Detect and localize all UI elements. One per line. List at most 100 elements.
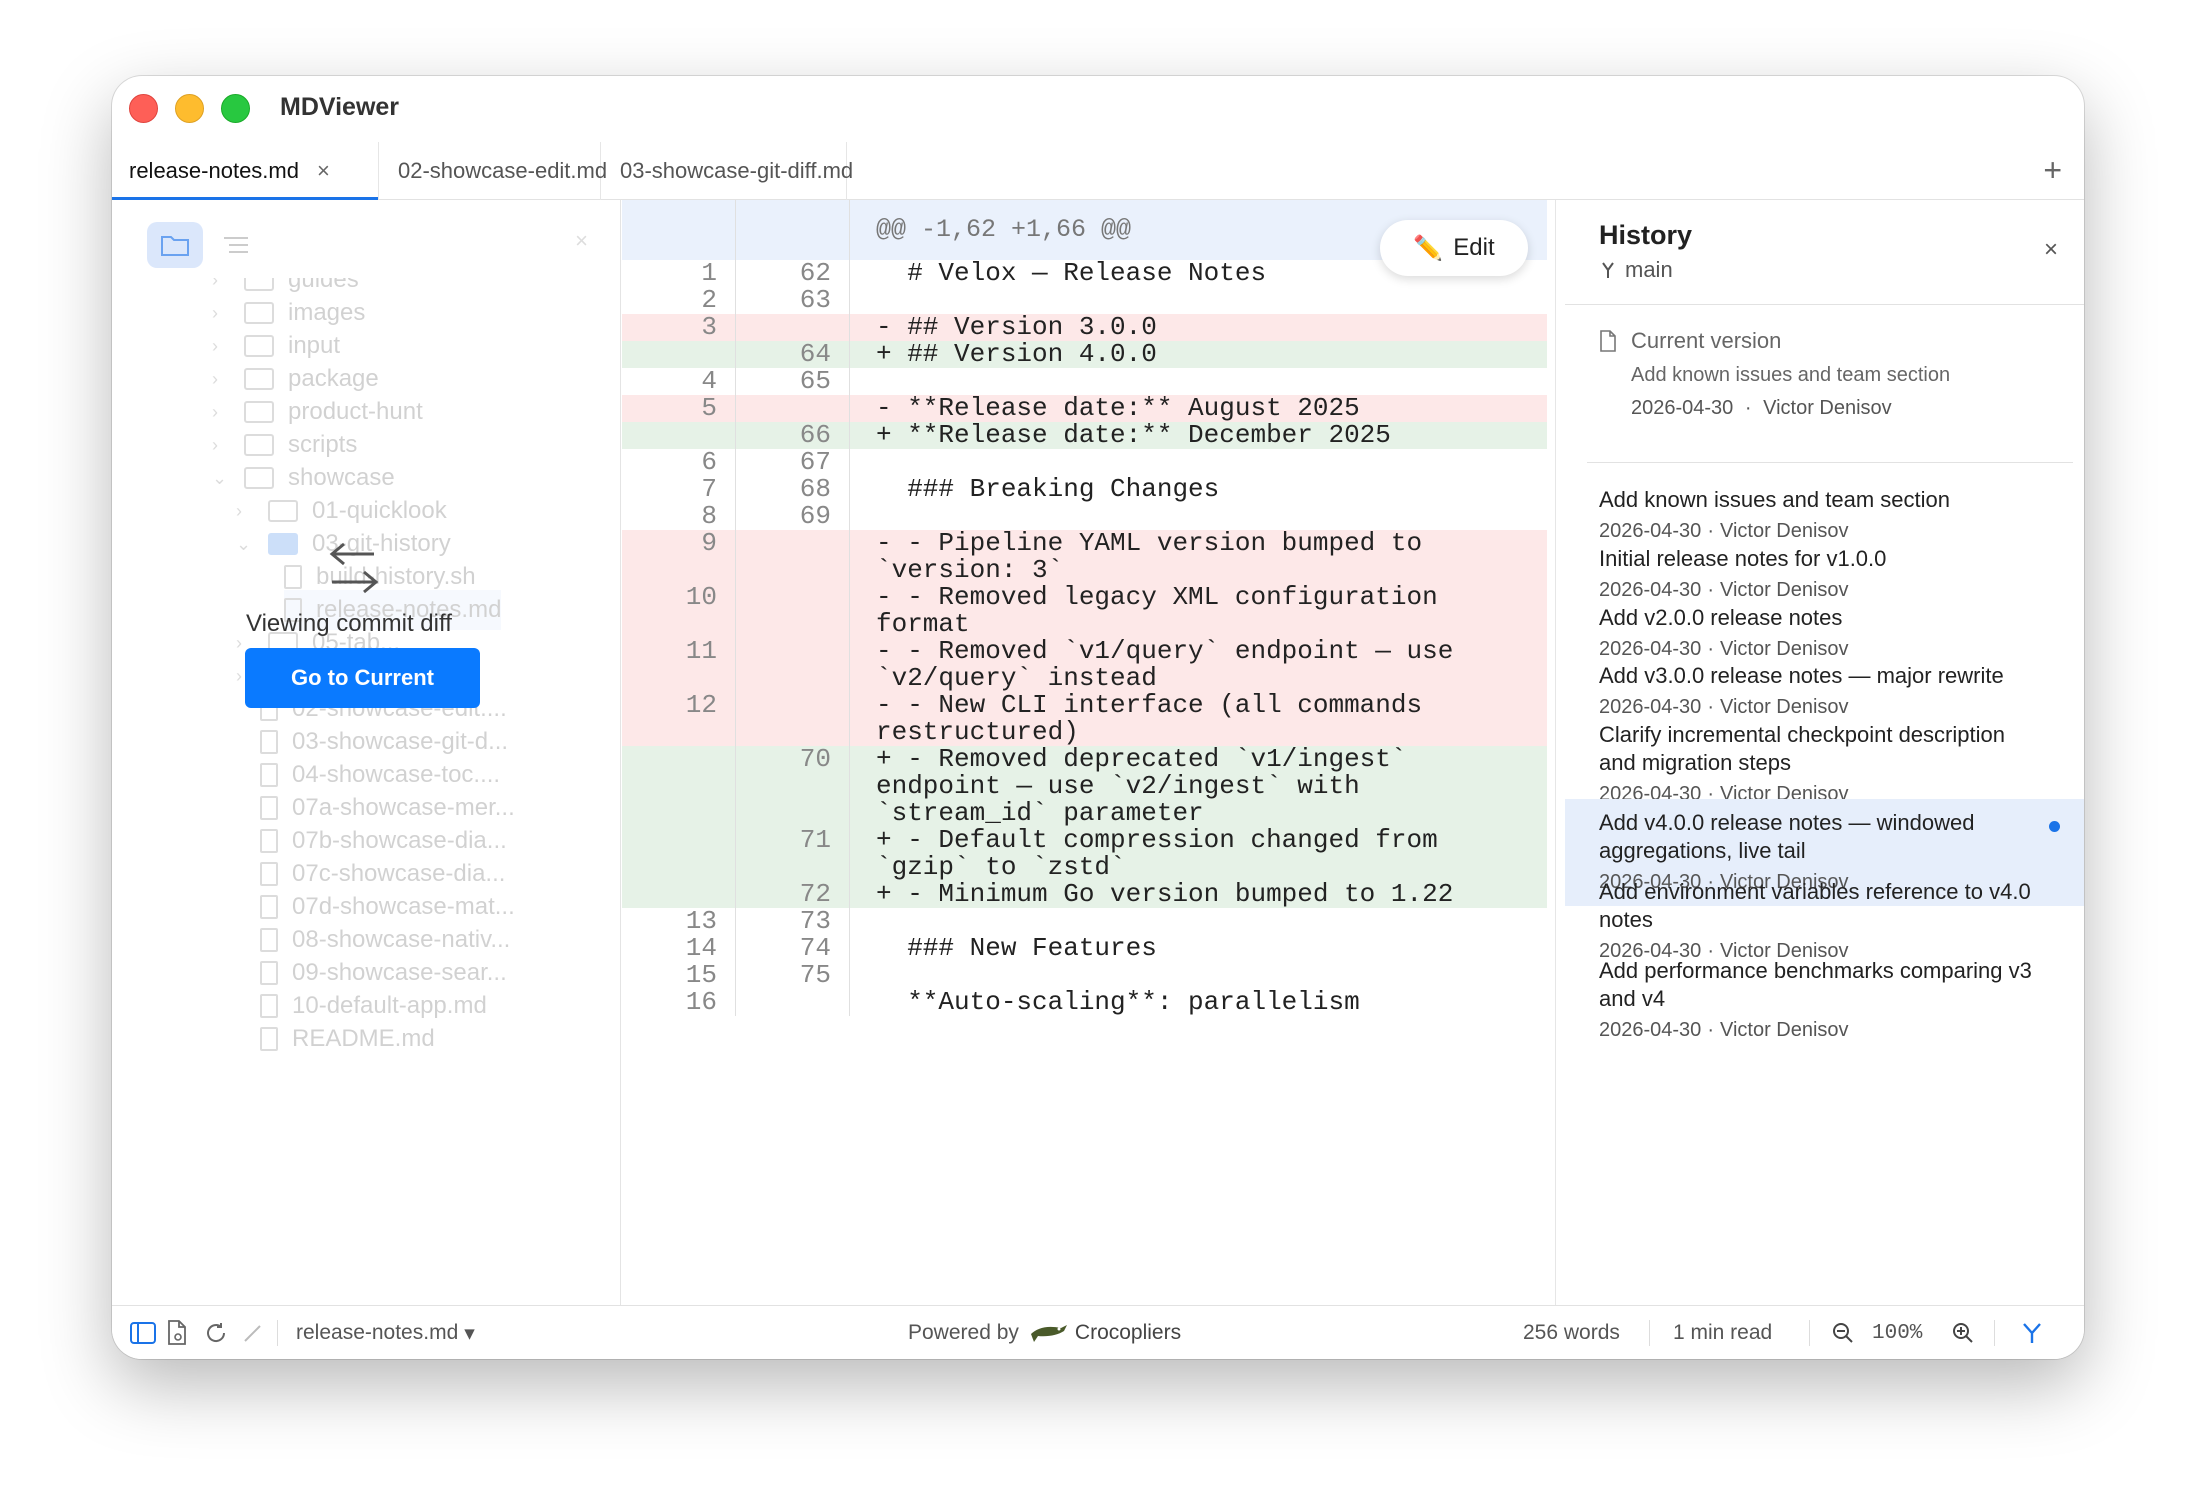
status-bar: release-notes.md ▾ Powered by Crocoplier… [112,1305,2084,1359]
tree-item-label: 07a-showcase-mer... [292,794,515,821]
old-line-number: 7 [622,476,736,503]
diff-line-text: + - Default compression changed from `gz… [876,825,1438,882]
files-view-button[interactable] [147,222,203,268]
outline-view-button[interactable] [208,222,264,268]
chevron-right-icon[interactable]: › [212,402,232,423]
new-line-number: 75 [736,962,850,989]
zoom-in-button[interactable] [1952,1306,1974,1359]
diff-row-deleted: 10 - - Removed legacy XML configuration f… [622,584,1547,638]
file-selector[interactable]: release-notes.md ▾ [296,1306,475,1359]
current-version-message: Add known issues and team section [1631,364,1951,386]
zoom-out-button[interactable] [1832,1306,1854,1359]
hunk-range: @@ -1,62 +1,66 @@ [876,215,1132,244]
file-icon [260,730,278,754]
meta-separator: · [1707,520,1714,542]
commit-author: Victor Denisov [1763,397,1892,419]
old-line-number [622,881,736,908]
tab-release-notes[interactable]: release-notes.md × [112,142,379,201]
document-icon [1600,330,1616,352]
diff-line-text: **Auto-scaling**: parallelism [876,987,1360,1017]
chevron-right-icon[interactable]: › [212,336,232,357]
current-version-item[interactable]: Current version Add known issues and tea… [1599,328,2079,420]
toggle-sidebar-button[interactable] [130,1306,156,1359]
commit-item[interactable]: Clarify incremental checkpoint descripti… [1565,721,2084,806]
chevron-down-icon: ▾ [464,1321,475,1345]
diff-line-text: + ## Version 4.0.0 [876,339,1157,369]
minimize-window-button[interactable] [175,94,204,123]
chevron-down-icon[interactable]: ⌄ [212,468,232,489]
old-line-number: 4 [622,368,736,395]
diff-line-text: - ## Version 3.0.0 [876,312,1157,342]
sidebar-icon [130,1322,156,1344]
commit-item[interactable]: Add v3.0.0 release notes — major rewrite… [1565,662,2084,719]
tab-showcase-git-diff[interactable]: 03-showcase-git-diff.md [601,142,853,200]
tab-showcase-edit[interactable]: 02-showcase-edit.md [379,142,607,200]
powered-by-label: Powered by [908,1321,1019,1344]
tree-item-label: guides [288,278,359,293]
new-line-number: 70 [736,746,850,827]
swap-arrows-icon [329,542,379,594]
old-line-number: 5 [622,395,736,422]
panel-divider[interactable] [1555,200,1565,1305]
old-line-number: 15 [622,962,736,989]
commit-message: Add v4.0.0 release notes — windowed aggr… [1599,810,1975,863]
commit-item[interactable]: Add known issues and team section 2026-04… [1565,486,2084,543]
commit-item[interactable]: Add environment variables reference to v… [1565,878,2084,963]
chevron-right-icon[interactable]: › [236,501,256,522]
zoom-window-button[interactable] [221,94,250,123]
chevron-right-icon[interactable]: › [212,435,232,456]
commit-item[interactable]: Add performance benchmarks comparing v3 … [1565,957,2084,1042]
edit-mode-button[interactable] [242,1306,264,1359]
branch-indicator: main [1599,257,1673,283]
document-settings-button[interactable] [166,1306,190,1359]
old-line-number: 10 [622,584,736,638]
diff-line-text: + - Removed deprecated `v1/ingest` endpo… [876,744,1407,828]
tree-item[interactable]: README.md [260,1019,435,1059]
commit-date: 2026-04-30 [1599,1019,1702,1041]
history-panel: History main × Current version Add known… [1565,200,2084,1305]
go-to-current-button[interactable]: Go to Current [245,648,480,708]
old-line-number: 9 [622,530,736,584]
old-line-number [622,827,736,881]
divider [1649,1320,1650,1346]
new-line-number: 63 [736,287,850,314]
tree-item-label: 10-default-app.md [292,992,487,1019]
close-window-button[interactable] [129,94,158,123]
diff-line-text [850,287,876,314]
meta-separator: · [1707,579,1714,601]
diff-row-context: 16 **Auto-scaling**: parallelism [622,989,1547,1016]
chevron-right-icon[interactable]: › [212,369,232,390]
chevron-right-icon[interactable]: › [212,278,232,291]
folder-icon [244,401,274,423]
diff-row-added: 70 + - Removed deprecated `v1/ingest` end… [622,746,1547,827]
history-close-icon[interactable]: × [2044,236,2058,264]
tree-item-label: showcase [288,464,395,491]
file-icon [260,928,278,952]
commit-author: Victor Denisov [1719,579,1849,601]
chevron-down-icon[interactable]: ⌄ [236,534,256,555]
commit-author: Victor Denisov [1719,696,1849,718]
new-line-number [736,314,850,341]
new-tab-button[interactable]: + [2043,152,2062,189]
diff-row-context: 1 62 # Velox — Release Notes [622,260,1547,287]
folder-icon [244,335,274,357]
tree-item-label: 01-quicklook [312,497,447,524]
git-history-button[interactable] [2020,1306,2044,1359]
reload-button[interactable] [204,1306,228,1359]
tree-item-label: scripts [288,431,358,458]
tab-close-icon[interactable]: × [317,158,330,184]
sidebar-close-icon[interactable]: × [575,228,588,254]
diff-row-deleted: 11 - - Removed `v1/query` endpoint — use … [622,638,1547,692]
old-line-number [622,746,736,827]
tree-item-label: input [288,332,341,359]
commit-item[interactable]: Add v2.0.0 release notes 2026-04-30 · Victo… [1565,604,2084,661]
commit-item[interactable]: Initial release notes for v1.0.0 2026-04-… [1565,545,2084,602]
diff-row-added: 71 + - Default compression changed from `… [622,827,1547,881]
diff-row-deleted: 5 - **Release date:** August 2025 [622,395,1547,422]
divider [1565,304,2084,305]
diff-row-context: 14 74 ### New Features [622,935,1547,962]
old-line-number: 16 [622,989,736,1016]
old-line-number: 12 [622,692,736,746]
tree-item-label: 07d-showcase-mat... [292,893,515,920]
chevron-right-icon[interactable]: › [212,303,232,324]
